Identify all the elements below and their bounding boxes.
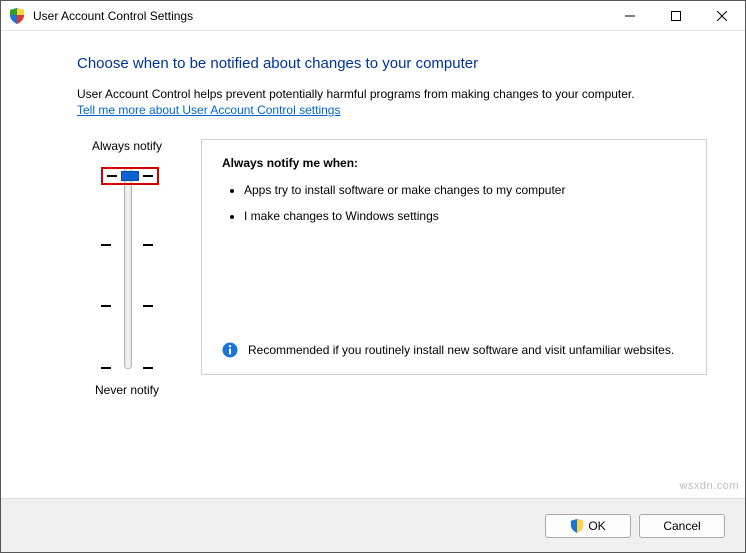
uac-shield-icon (9, 8, 25, 24)
slider-tick-1 (101, 167, 153, 185)
content-area: Choose when to be notified about changes… (1, 31, 745, 397)
uac-window: User Account Control Settings Choose whe… (0, 0, 746, 553)
cancel-button[interactable]: Cancel (639, 514, 725, 538)
recommendation-row: Recommended if you routinely install new… (222, 342, 686, 358)
watermark-text: wsxdn.com (679, 480, 739, 492)
ok-button[interactable]: OK (545, 514, 631, 538)
cancel-button-label: Cancel (663, 519, 700, 533)
info-icon (222, 342, 238, 358)
window-title: User Account Control Settings (33, 9, 607, 23)
titlebar: User Account Control Settings (1, 1, 745, 31)
description-bullet: I make changes to Windows settings (244, 208, 686, 224)
notification-slider[interactable] (77, 163, 177, 373)
description-panel: Always notify me when: Apps try to insta… (201, 139, 707, 375)
page-heading: Choose when to be notified about changes… (77, 55, 707, 72)
ok-button-label: OK (588, 519, 605, 533)
page-subtext: User Account Control helps prevent poten… (77, 86, 707, 103)
slider-tick-4 (101, 367, 153, 369)
close-button[interactable] (699, 1, 745, 31)
learn-more-link[interactable]: Tell me more about User Account Control … (77, 103, 340, 117)
slider-thumb[interactable] (121, 171, 139, 181)
minimize-button[interactable] (607, 1, 653, 31)
recommendation-text: Recommended if you routinely install new… (248, 342, 674, 358)
maximize-button[interactable] (653, 1, 699, 31)
footer-bar: OK Cancel (1, 498, 745, 552)
slider-tick-3 (101, 305, 153, 307)
slider-tick-2 (101, 244, 153, 246)
description-title: Always notify me when: (222, 156, 686, 170)
slider-thumb-highlight (101, 167, 159, 185)
slider-column: Always notify Never notify (77, 139, 177, 397)
slider-bottom-label: Never notify (77, 383, 177, 397)
uac-shield-icon (570, 519, 584, 533)
slider-top-label: Always notify (77, 139, 177, 153)
description-bullet: Apps try to install software or make cha… (244, 182, 686, 198)
